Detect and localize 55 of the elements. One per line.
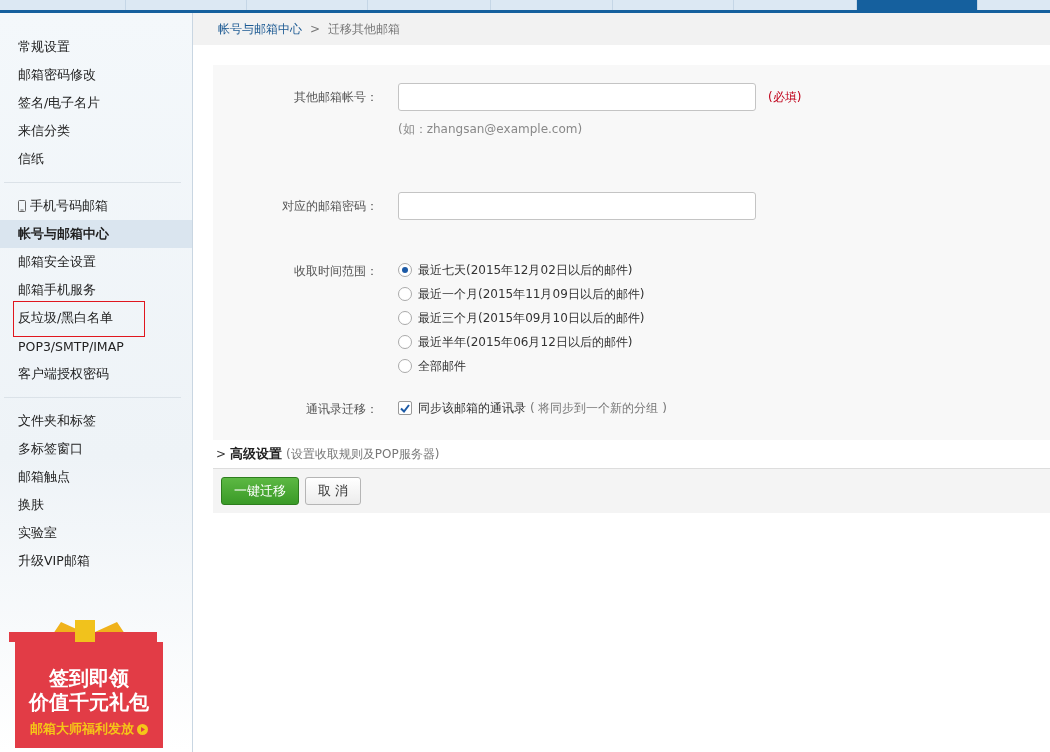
navigation-tab[interactable] [368,0,490,10]
sidebar-item[interactable]: 客户端授权密码 [0,360,192,388]
sidebar-item[interactable]: 邮箱触点 [0,463,192,491]
sidebar-item[interactable]: 多标签窗口 [0,435,192,463]
sidebar-item[interactable]: 来信分类 [0,117,192,145]
sidebar-item[interactable]: 升级VIP邮箱 [0,547,192,575]
navigation-tab[interactable] [613,0,733,10]
navigation-tab[interactable] [247,0,367,10]
breadcrumb-link[interactable]: 帐号与邮箱中心 [218,20,302,38]
sidebar-item[interactable]: 邮箱安全设置 [0,248,192,276]
radio-button[interactable] [398,359,412,373]
sidebar-item[interactable]: 反垃圾/黑白名单 [0,304,192,332]
radio-button[interactable] [398,335,412,349]
checkbox[interactable] [398,401,412,415]
field-label: 其他邮箱帐号： [293,89,378,106]
sidebar-item[interactable]: 换肤 [0,491,192,519]
radio-option[interactable]: 最近半年(2015年06月12日以后的邮件) [398,330,645,354]
breadcrumb-current: 迁移其他邮箱 [328,20,401,38]
navigation-tab[interactable] [734,0,856,10]
phone-icon [18,200,26,212]
radio-option[interactable]: 最近三个月(2015年09月10日以后的邮件) [398,306,645,330]
navigation-tab[interactable] [126,0,246,10]
field-label: 收取时间范围： [293,263,378,280]
sidebar-item[interactable]: 信纸 [0,145,192,173]
promo-title: 签到即领 [49,666,129,690]
account-input-field[interactable] [398,83,756,111]
sidebar-item[interactable]: 文件夹和标签 [0,407,192,435]
password-input-field[interactable] [398,192,756,220]
radio-button[interactable] [398,287,412,301]
field-hint: (如：zhangsan@example.com) [398,121,584,138]
sidebar-item[interactable]: POP3/SMTP/IMAP [0,332,192,360]
field-label: 通讯录迁移： [305,401,378,418]
radio-option[interactable]: 全部邮件 [398,354,645,378]
field-label: 对应的邮箱密码： [281,198,378,215]
sidebar-item[interactable]: 邮箱密码修改 [0,61,192,89]
play-icon [137,723,148,735]
cancel-button[interactable]: 取 消 [305,477,362,505]
required-note: (必填) [768,89,802,106]
sidebar-item[interactable]: 签名/电子名片 [0,89,192,117]
navigation-tab[interactable] [491,0,612,10]
breadcrumb-separator: > [310,22,321,36]
sidebar-item[interactable]: 常规设置 [0,33,192,61]
promo-subtitle: 价值千元礼包 [29,690,149,714]
navigation-tab[interactable] [0,0,125,10]
checkbox-option[interactable]: 同步该邮箱的通讯录 ( 将同步到一个新的分组 ) [398,396,667,420]
sidebar-item[interactable]: 帐号与邮箱中心 [0,220,192,248]
radio-button[interactable] [398,311,412,325]
sidebar-item[interactable]: 手机号码邮箱 [0,192,192,220]
navigation-tab[interactable] [978,0,1050,10]
radio-button[interactable] [398,263,412,277]
radio-option[interactable]: 最近一个月(2015年11月09日以后的邮件) [398,282,645,306]
radio-option[interactable]: 最近七天(2015年12月02日以后的邮件) [398,258,645,282]
sidebar-item[interactable]: 邮箱手机服务 [0,276,192,304]
navigation-tab[interactable] [857,0,977,10]
sidebar-item[interactable]: 实验室 [0,519,192,547]
